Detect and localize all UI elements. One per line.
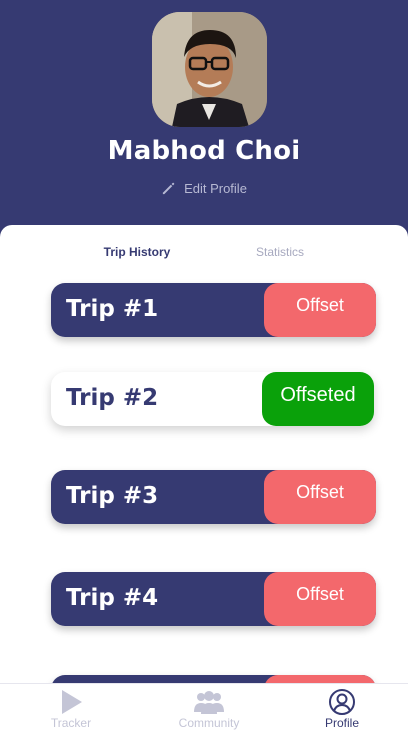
nav-profile-label: Profile bbox=[324, 716, 359, 730]
trips-panel: Trip History Statistics Trip #1 Offset T… bbox=[0, 225, 408, 731]
trip-label: Trip #1 bbox=[66, 296, 159, 322]
trip-card[interactable]: Trip #2 Offseted bbox=[51, 372, 374, 426]
tab-statistics[interactable]: Statistics bbox=[240, 245, 320, 259]
edit-profile-label: Edit Profile bbox=[184, 180, 247, 196]
profile-header: Mabhod Choi Edit Profile bbox=[0, 0, 408, 240]
avatar[interactable] bbox=[152, 12, 267, 127]
bottom-navigation: Tracker Community Profile bbox=[0, 683, 408, 731]
pencil-icon bbox=[162, 182, 175, 194]
trip-card[interactable]: Trip #4 Offset bbox=[51, 572, 376, 626]
offset-button[interactable]: Offset bbox=[264, 470, 376, 524]
edit-profile-button[interactable]: Edit Profile bbox=[0, 179, 408, 197]
users-icon bbox=[194, 691, 224, 714]
trip-card[interactable]: Trip #3 Offset bbox=[51, 470, 376, 524]
offseted-badge: Offseted bbox=[262, 372, 374, 426]
trip-label: Trip #2 bbox=[66, 385, 159, 411]
nav-community[interactable]: Community bbox=[170, 684, 248, 731]
tab-bar: Trip History Statistics bbox=[0, 245, 408, 263]
nav-tracker-label: Tracker bbox=[50, 716, 92, 730]
trip-card[interactable]: Trip #1 Offset bbox=[51, 283, 376, 337]
nav-community-label: Community bbox=[178, 716, 240, 730]
offset-button[interactable]: Offset bbox=[264, 572, 376, 626]
nav-profile[interactable]: Profile bbox=[312, 684, 372, 731]
user-circle-icon bbox=[329, 689, 355, 715]
nav-tracker[interactable]: Tracker bbox=[36, 684, 106, 731]
trip-label: Trip #4 bbox=[66, 585, 159, 611]
play-icon bbox=[62, 690, 82, 714]
profile-name: Mabhod Choi bbox=[107, 136, 301, 166]
offset-button[interactable]: Offset bbox=[264, 283, 376, 337]
tab-trip-history[interactable]: Trip History bbox=[92, 245, 182, 259]
trip-label: Trip #3 bbox=[66, 483, 159, 509]
